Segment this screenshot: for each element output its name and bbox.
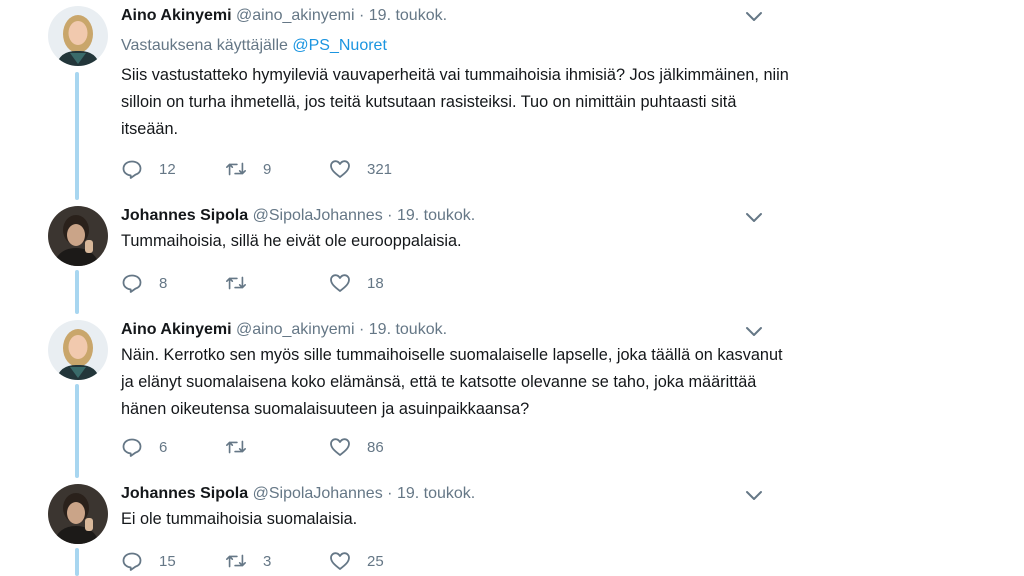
tweet-text: Siis vastustatteko hymyileviä vauvaperhe… xyxy=(121,66,789,138)
reply-icon xyxy=(122,274,142,293)
heart-icon xyxy=(330,438,350,456)
author-handle[interactable]: @SipolaJohannes xyxy=(253,207,383,224)
reply-icon xyxy=(122,552,142,571)
tweet-menu-button[interactable] xyxy=(744,324,764,338)
reply-context: Vastauksena käyttäjälle @PS_Nuoret xyxy=(121,37,387,55)
tweet-menu-button[interactable] xyxy=(744,9,764,23)
author-name[interactable]: Johannes Sipola xyxy=(121,485,248,502)
separator: · xyxy=(358,7,365,24)
like-button[interactable]: 321 xyxy=(329,157,392,181)
retweet-count: 9 xyxy=(263,160,272,178)
tweet[interactable]: Johannes Sipola @SipolaJohannes · 19. to… xyxy=(0,478,790,576)
mention-link[interactable]: @PS_Nuoret xyxy=(292,37,387,54)
reply-count: 15 xyxy=(159,552,176,570)
heart-icon xyxy=(330,274,350,292)
tweet[interactable]: Aino Akinyemi @aino_akinyemi · 19. touko… xyxy=(0,0,790,200)
tweet-text: Näin. Kerrotko sen myös sille tummaihois… xyxy=(121,346,783,418)
chevron-down-icon xyxy=(746,327,762,336)
reply-button[interactable]: 15 xyxy=(121,549,176,573)
avatar[interactable] xyxy=(48,206,108,266)
avatar[interactable] xyxy=(48,484,108,544)
retweet-button[interactable]: 3 xyxy=(225,549,271,573)
reply-button[interactable]: 8 xyxy=(121,271,167,295)
separator: · xyxy=(387,485,393,502)
like-button[interactable]: 25 xyxy=(329,549,384,573)
tweet-header: Johannes Sipola @SipolaJohannes · 19. to… xyxy=(121,485,475,503)
tweet-header: Johannes Sipola @SipolaJohannes · 19. to… xyxy=(121,207,475,225)
avatar-image-aino xyxy=(48,320,108,380)
retweet-icon xyxy=(226,440,246,454)
tweet-text: Ei ole tummaihoisia suomalaisia. xyxy=(121,510,358,528)
chevron-down-icon xyxy=(746,213,762,222)
timestamp[interactable]: 19. toukok. xyxy=(369,321,447,338)
reply-button[interactable]: 12 xyxy=(121,157,176,181)
timestamp[interactable]: 19. toukok. xyxy=(397,207,475,224)
retweet-icon xyxy=(226,276,246,290)
tweet[interactable]: Johannes Sipola @SipolaJohannes · 19. to… xyxy=(0,200,790,314)
author-handle[interactable]: @aino_akinyemi xyxy=(236,321,355,338)
author-name[interactable]: Johannes Sipola xyxy=(121,207,248,224)
tweet-text: Tummaihoisia, sillä he eivät ole euroopp… xyxy=(121,232,462,250)
reply-count: 12 xyxy=(159,160,176,178)
heart-icon xyxy=(330,552,350,570)
chevron-down-icon xyxy=(746,491,762,500)
retweet-button[interactable] xyxy=(225,435,263,459)
reply-icon xyxy=(122,438,142,457)
tweet-header: Aino Akinyemi @aino_akinyemi · 19. touko… xyxy=(121,7,447,25)
chevron-down-icon xyxy=(746,12,762,21)
like-count: 86 xyxy=(367,438,384,456)
avatar-image-aino xyxy=(48,6,108,66)
avatar[interactable] xyxy=(48,6,108,66)
separator: · xyxy=(358,321,365,338)
author-handle[interactable]: @SipolaJohannes xyxy=(253,485,383,502)
like-button[interactable]: 86 xyxy=(329,435,384,459)
retweet-icon xyxy=(226,554,246,568)
reply-count: 8 xyxy=(159,274,168,292)
retweet-icon xyxy=(226,162,246,176)
avatar-image-johannes xyxy=(48,206,108,266)
separator: · xyxy=(387,207,393,224)
retweet-button[interactable] xyxy=(225,271,263,295)
reply-icon xyxy=(122,160,142,179)
avatar-image-johannes xyxy=(48,484,108,544)
retweet-button[interactable]: 9 xyxy=(225,157,271,181)
reply-prefix: Vastauksena käyttäjälle xyxy=(121,37,288,54)
tweet-menu-button[interactable] xyxy=(744,488,764,502)
tweet[interactable]: Aino Akinyemi @aino_akinyemi · 19. touko… xyxy=(0,314,790,478)
like-button[interactable]: 18 xyxy=(329,271,384,295)
author-name[interactable]: Aino Akinyemi xyxy=(121,321,232,338)
heart-icon xyxy=(330,160,350,178)
avatar[interactable] xyxy=(48,320,108,380)
timestamp[interactable]: 19. toukok. xyxy=(397,485,475,502)
tweet-header: Aino Akinyemi @aino_akinyemi · 19. touko… xyxy=(121,321,447,339)
like-count: 18 xyxy=(367,274,384,292)
author-name[interactable]: Aino Akinyemi xyxy=(121,7,232,24)
like-count: 25 xyxy=(367,552,384,570)
like-count: 321 xyxy=(367,160,393,178)
tweet-menu-button[interactable] xyxy=(744,210,764,224)
reply-button[interactable]: 6 xyxy=(121,435,167,459)
author-handle[interactable]: @aino_akinyemi xyxy=(236,7,355,24)
reply-count: 6 xyxy=(159,438,168,456)
timestamp[interactable]: 19. toukok. xyxy=(369,7,447,24)
retweet-count: 3 xyxy=(263,552,272,570)
